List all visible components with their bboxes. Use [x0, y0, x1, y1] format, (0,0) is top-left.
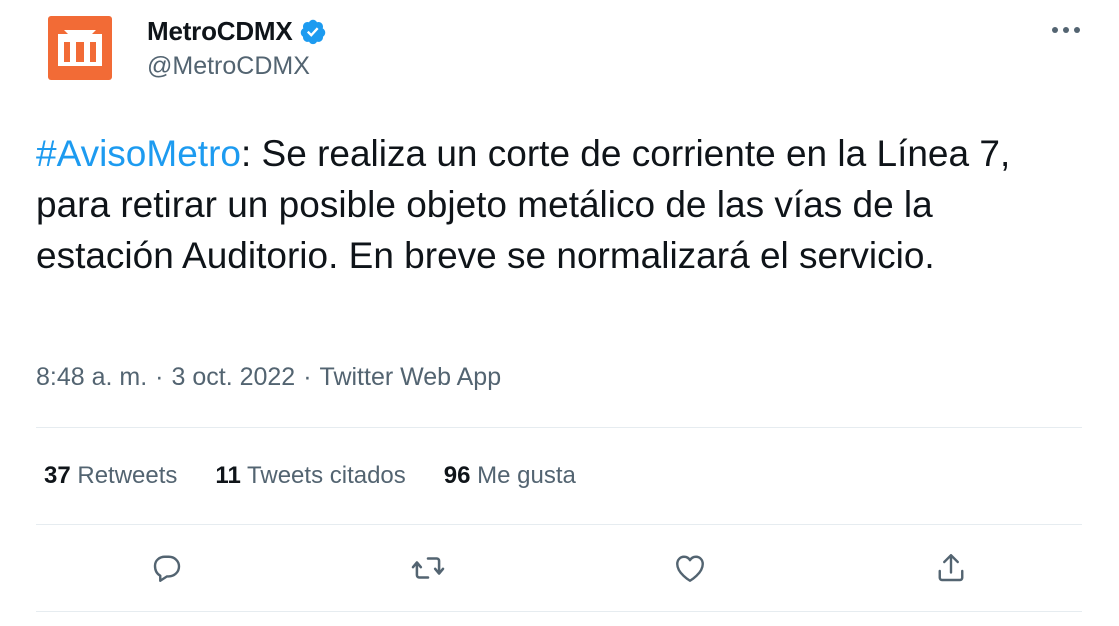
divider — [36, 611, 1082, 612]
share-button[interactable] — [931, 548, 971, 588]
share-icon — [938, 554, 964, 582]
like-button[interactable] — [670, 548, 710, 588]
tweet-card: MetroCDMX @MetroCDMX #AvisoMetro: Se rea… — [0, 0, 1119, 626]
more-options-button[interactable] — [1048, 16, 1084, 44]
meta-separator: · — [155, 363, 164, 391]
tweet-date[interactable]: 3 oct. 2022 — [172, 363, 296, 392]
tweet-stats: 37 Retweets 11 Tweets citados 96 Me gust… — [44, 462, 576, 490]
likes-stat[interactable]: 96 Me gusta — [444, 462, 576, 490]
retweets-stat[interactable]: 37 Retweets — [44, 462, 177, 490]
author-name-row[interactable]: MetroCDMX — [147, 16, 327, 47]
reply-button[interactable] — [147, 548, 187, 588]
metro-logo-icon — [48, 16, 112, 80]
more-icon — [1052, 27, 1080, 33]
meta-separator: · — [303, 363, 312, 391]
author-name[interactable]: MetroCDMX — [147, 16, 293, 47]
tweet-text: #AvisoMetro: Se realiza un corte de corr… — [36, 128, 1076, 281]
quotes-stat[interactable]: 11 Tweets citados — [215, 462, 405, 490]
tweet-meta: 8:48 a. m. · 3 oct. 2022 · Twitter Web A… — [36, 363, 501, 392]
retweet-button[interactable] — [408, 548, 448, 588]
divider — [36, 524, 1082, 525]
retweet-icon — [411, 557, 445, 579]
quotes-label: Tweets citados — [247, 462, 406, 489]
avatar[interactable] — [48, 16, 112, 80]
hashtag-link[interactable]: #AvisoMetro — [36, 133, 241, 174]
likes-count: 96 — [443, 462, 471, 489]
likes-label: Me gusta — [477, 462, 576, 489]
divider — [36, 427, 1082, 428]
tweet-source[interactable]: Twitter Web App — [320, 363, 502, 392]
tweet-time[interactable]: 8:48 a. m. — [36, 363, 147, 392]
author-handle[interactable]: @MetroCDMX — [147, 52, 310, 81]
verified-badge-icon — [300, 19, 325, 44]
quotes-count: 11 — [215, 462, 241, 489]
heart-icon — [676, 555, 704, 582]
retweets-label: Retweets — [77, 462, 178, 489]
retweets-count: 37 — [44, 462, 71, 489]
reply-icon — [153, 555, 181, 582]
